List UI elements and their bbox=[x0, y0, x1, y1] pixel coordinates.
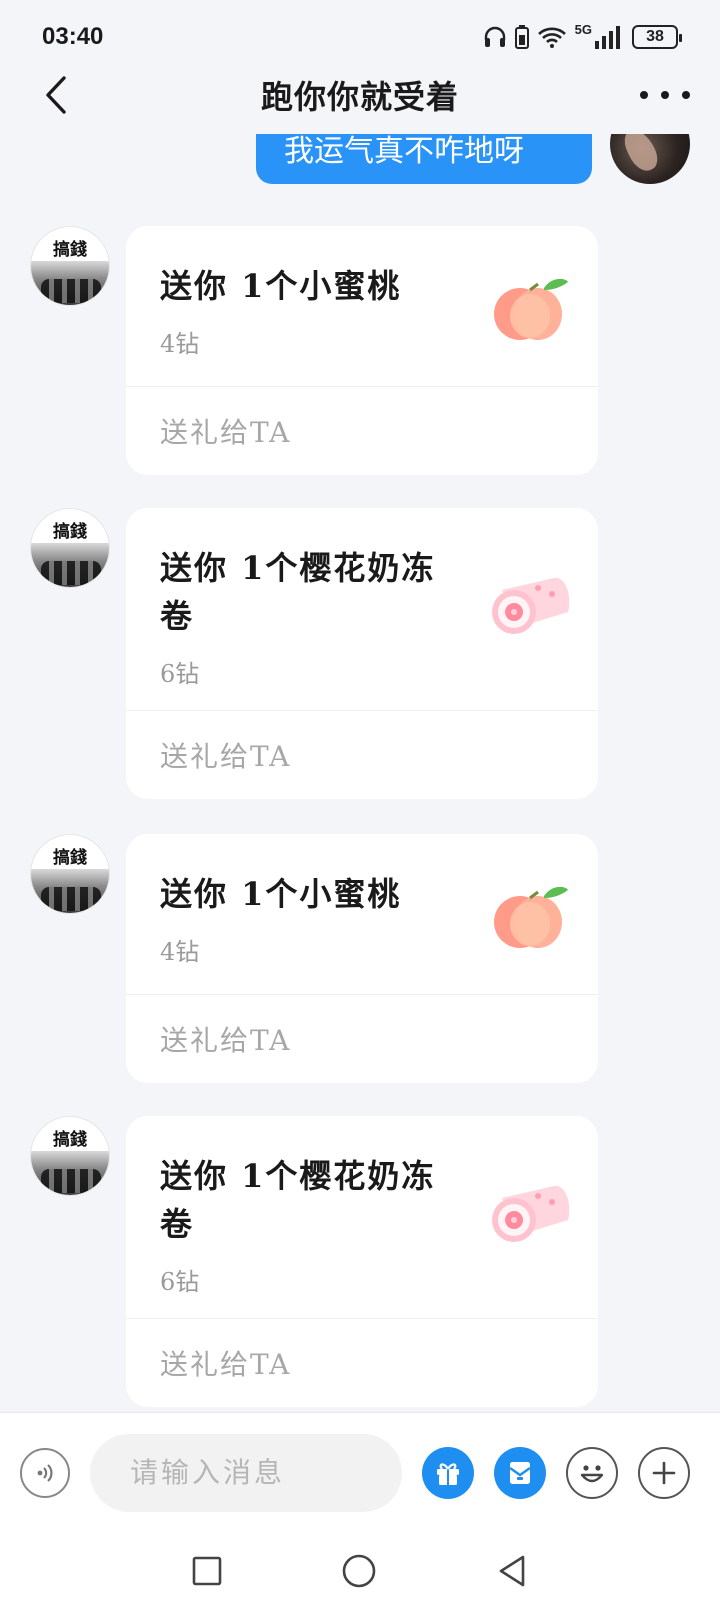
gift-card[interactable]: 送你 1个小蜜桃 4钻 送礼给TA bbox=[126, 226, 598, 475]
more-dot-icon bbox=[661, 91, 669, 99]
smiley-icon bbox=[580, 1464, 604, 1482]
send-gift-button[interactable]: 送礼给TA bbox=[126, 995, 598, 1083]
send-gift-button[interactable]: 送礼给TA bbox=[126, 1319, 598, 1407]
system-navigation-bar bbox=[0, 1532, 720, 1610]
phone-battery-icon bbox=[514, 25, 529, 49]
battery-indicator: 38 bbox=[632, 25, 682, 49]
chat-message-list[interactable]: 我运气真不咋地呀 搞錢 送你 1个小蜜桃 4钻 送礼给TA 搞錢 送你 1个樱花… bbox=[0, 134, 720, 1412]
avatar-photo bbox=[31, 1151, 109, 1195]
back-triangle-icon[interactable] bbox=[495, 1553, 529, 1589]
page-title: 跑你你就受着 bbox=[260, 78, 459, 116]
status-icons: 5G 38 bbox=[483, 21, 682, 49]
emoji-button[interactable] bbox=[566, 1446, 618, 1499]
more-options-button[interactable] bbox=[640, 80, 690, 110]
sender-avatar[interactable]: 搞錢 bbox=[30, 834, 110, 914]
sent-message-bubble[interactable]: 我运气真不咋地呀 bbox=[256, 134, 592, 184]
network-label: 5G bbox=[574, 21, 592, 37]
gift-title: 送你 1个樱花奶冻卷 bbox=[160, 549, 436, 635]
home-icon[interactable] bbox=[341, 1553, 377, 1589]
back-button[interactable] bbox=[40, 72, 74, 118]
chevron-left-icon bbox=[46, 76, 66, 114]
gift-title: 送你 1个小蜜桃 bbox=[160, 267, 402, 305]
plus-icon bbox=[652, 1461, 676, 1484]
more-dot-icon bbox=[640, 91, 648, 99]
avatar-photo bbox=[31, 869, 109, 913]
headphones-icon bbox=[484, 26, 505, 47]
sakura-roll-cake-icon bbox=[492, 577, 570, 634]
recent-apps-icon[interactable] bbox=[191, 1555, 223, 1587]
gift-title: 送你 1个小蜜桃 bbox=[160, 875, 402, 913]
wifi-icon bbox=[537, 27, 566, 48]
battery-level: 38 bbox=[646, 28, 664, 45]
gift-card[interactable]: 送你 1个樱花奶冻卷 6钻 送礼给TA bbox=[126, 1116, 598, 1407]
gift-card[interactable]: 送你 1个樱花奶冻卷 6钻 送礼给TA bbox=[126, 508, 598, 799]
sakura-roll-cake-icon bbox=[492, 1185, 570, 1242]
envelope-icon bbox=[509, 1461, 531, 1484]
avatar-caption: 搞錢 bbox=[53, 848, 87, 868]
gift-card[interactable]: 送你 1个小蜜桃 4钻 送礼给TA bbox=[126, 834, 598, 1083]
more-dot-icon bbox=[682, 91, 690, 99]
avatar-caption: 搞錢 bbox=[53, 240, 87, 260]
avatar-caption: 搞錢 bbox=[53, 522, 87, 542]
status-time: 03:40 bbox=[42, 23, 104, 50]
avatar-caption: 搞錢 bbox=[53, 1130, 87, 1150]
more-actions-button[interactable] bbox=[638, 1446, 690, 1499]
gift-icon bbox=[437, 1462, 459, 1485]
peach-icon bbox=[494, 886, 568, 948]
sender-avatar[interactable]: 搞錢 bbox=[30, 1116, 110, 1196]
voice-input-button[interactable] bbox=[20, 1447, 70, 1498]
avatar-photo bbox=[31, 543, 109, 587]
gift-price: 6钻 bbox=[160, 660, 200, 688]
sender-avatar[interactable]: 搞錢 bbox=[30, 508, 110, 588]
message-input-bar bbox=[0, 1412, 720, 1532]
peach-icon bbox=[494, 278, 568, 340]
voice-icon bbox=[37, 1463, 53, 1482]
sender-avatar[interactable]: 搞錢 bbox=[30, 226, 110, 306]
send-gift-button[interactable]: 送礼给TA bbox=[126, 711, 598, 799]
gift-button[interactable] bbox=[422, 1446, 474, 1499]
chat-header: 跑你你就受着 bbox=[0, 60, 720, 130]
message-input[interactable] bbox=[90, 1433, 402, 1512]
sent-message-row: 我运气真不咋地呀 bbox=[256, 134, 690, 184]
gift-title: 送你 1个樱花奶冻卷 bbox=[160, 1157, 436, 1243]
avatar-photo bbox=[31, 261, 109, 305]
red-packet-button[interactable] bbox=[494, 1446, 546, 1499]
my-avatar[interactable] bbox=[610, 134, 690, 184]
send-gift-button[interactable]: 送礼给TA bbox=[126, 387, 598, 475]
signal-icon bbox=[595, 26, 620, 49]
gift-price: 6钻 bbox=[160, 1268, 200, 1296]
